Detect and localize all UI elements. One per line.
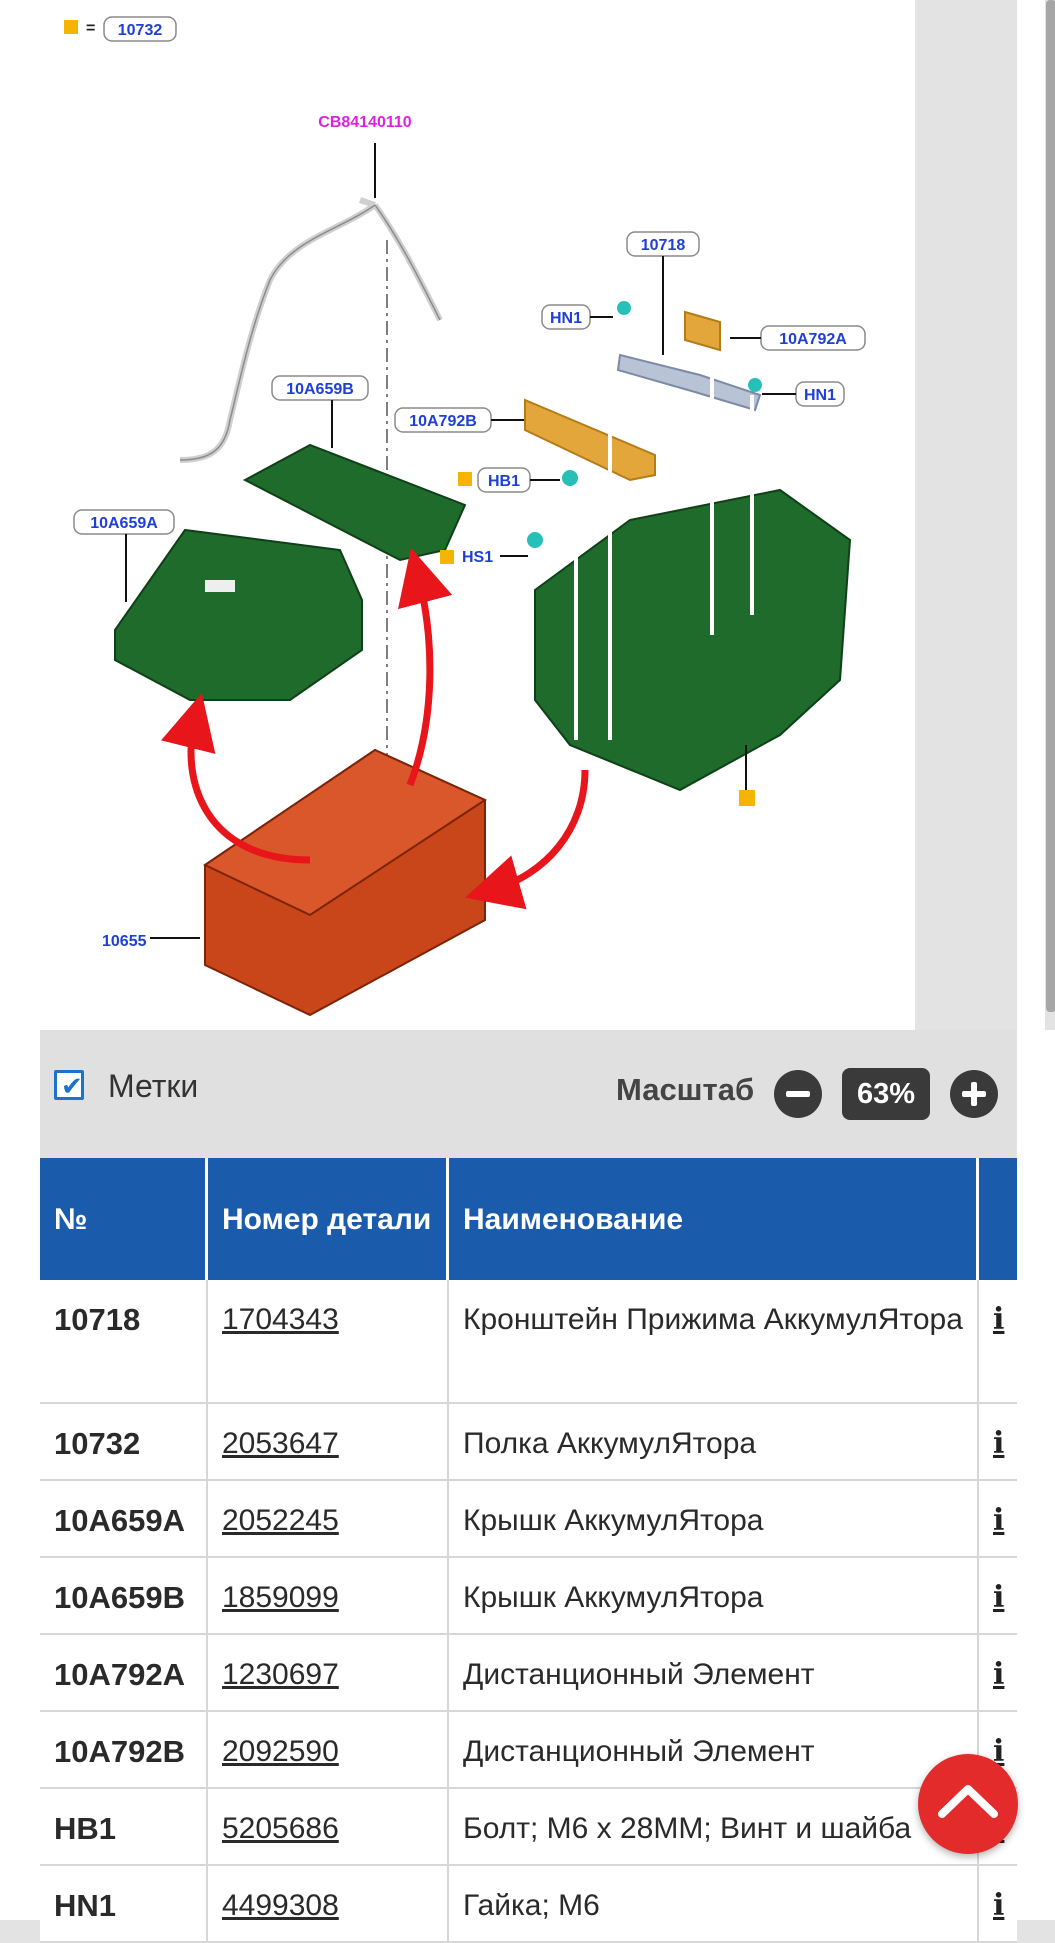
- row-name: Крышк АккумулЯтора: [449, 1481, 979, 1556]
- row-number: 10A792A: [40, 1635, 208, 1710]
- part-number-link[interactable]: 4499308: [222, 1889, 339, 1922]
- page-edge-left: [0, 0, 40, 1920]
- scroll-to-top-button[interactable]: [918, 1754, 1018, 1854]
- row-name: Полка АккумулЯтора: [449, 1404, 979, 1479]
- callout-hn1-b[interactable]: HN1: [804, 387, 836, 404]
- minus-icon: [786, 1091, 810, 1097]
- row-name: Дистанционный Элемент: [449, 1712, 979, 1787]
- row-number: 10718: [40, 1280, 208, 1402]
- row-number: HN1: [40, 1866, 208, 1941]
- zoom-label: Масштаб: [616, 1072, 755, 1107]
- info-icon[interactable]: i: [993, 1580, 1004, 1615]
- callout-10718[interactable]: 10718: [641, 237, 686, 254]
- diagram-scrollbar-thumb[interactable]: [1046, 0, 1055, 1012]
- zoom-out-button[interactable]: [774, 1070, 822, 1118]
- svg-text:=: =: [86, 20, 95, 37]
- table-row[interactable]: 10A659A 2052245 Крышк АккумулЯтора i: [40, 1481, 1017, 1558]
- labels-checkbox-label[interactable]: Метки: [108, 1068, 198, 1105]
- callout-10a659a[interactable]: 10A659A: [90, 515, 158, 532]
- table-row[interactable]: 10A659B 1859099 Крышк АккумулЯтора i: [40, 1558, 1017, 1635]
- table-row[interactable]: 10732 2053647 Полка АккумулЯтора i: [40, 1404, 1017, 1481]
- row-name: Гайка; M6: [449, 1866, 979, 1941]
- info-icon[interactable]: i: [993, 1426, 1004, 1461]
- part-number-link[interactable]: 2053647: [222, 1427, 339, 1460]
- parts-table: № Номер детали Наименование 10718 170434…: [40, 1158, 1017, 1943]
- part-number-link[interactable]: 1859099: [222, 1581, 339, 1614]
- part-number-link[interactable]: 1704343: [222, 1303, 339, 1336]
- row-name: Кронштейн Прижима АккумулЯтора: [449, 1280, 979, 1402]
- legend-code[interactable]: 10732: [118, 22, 163, 39]
- row-name: Болт; M6 x 28MM; Винт и шайба: [449, 1789, 979, 1864]
- header-number: №: [40, 1158, 208, 1280]
- parts-diagram[interactable]: = 10732 CB84140110 10718 HN1 10A792A HN1…: [40, 0, 915, 1030]
- callout-hs1[interactable]: HS1: [462, 549, 493, 566]
- diagram-main-code[interactable]: CB84140110: [318, 114, 412, 131]
- callout-hb1[interactable]: HB1: [488, 473, 520, 490]
- info-icon[interactable]: i: [993, 1657, 1004, 1692]
- info-icon[interactable]: i: [993, 1503, 1004, 1538]
- row-number: 10A659B: [40, 1558, 208, 1633]
- callout-10a792b[interactable]: 10A792B: [409, 413, 477, 430]
- housing-marker: [739, 790, 755, 806]
- table-row[interactable]: HB1 5205686 Болт; M6 x 28MM; Винт и шайб…: [40, 1789, 1017, 1866]
- table-row[interactable]: 10718 1704343 Кронштейн Прижима АккумулЯ…: [40, 1280, 1017, 1404]
- header-info: [979, 1158, 1017, 1280]
- zoom-in-button[interactable]: [950, 1070, 998, 1118]
- row-name: Крышк АккумулЯтора: [449, 1558, 979, 1633]
- header-part-number: Номер детали: [208, 1158, 449, 1280]
- row-number: 10732: [40, 1404, 208, 1479]
- row-number: HB1: [40, 1789, 208, 1864]
- legend-marker: [64, 20, 78, 34]
- part-number-link[interactable]: 1230697: [222, 1658, 339, 1691]
- callout-10a659b[interactable]: 10A659B: [286, 381, 354, 398]
- diagram-controls: ✔ Метки Масштаб 63%: [40, 1030, 1016, 1158]
- part-number-link[interactable]: 2052245: [222, 1504, 339, 1537]
- chevron-up-icon: [938, 1785, 998, 1818]
- part-number-link[interactable]: 2092590: [222, 1735, 339, 1768]
- diagram-panel: = 10732 CB84140110 10718 HN1 10A792A HN1…: [40, 0, 1055, 1030]
- row-number: 10A792B: [40, 1712, 208, 1787]
- table-row[interactable]: HN1 4499308 Гайка; M6 i: [40, 1866, 1017, 1943]
- info-icon[interactable]: i: [993, 1302, 1004, 1337]
- callout-hn1-a[interactable]: HN1: [550, 310, 582, 327]
- check-icon: ✔: [61, 1071, 83, 1101]
- table-row[interactable]: 10A792A 1230697 Дистанционный Элемент i: [40, 1635, 1017, 1712]
- row-name: Дистанционный Элемент: [449, 1635, 979, 1710]
- info-icon[interactable]: i: [993, 1888, 1004, 1923]
- part-number-link[interactable]: 5205686: [222, 1812, 339, 1845]
- callout-10a792a[interactable]: 10A792A: [779, 331, 847, 348]
- header-name: Наименование: [449, 1158, 979, 1280]
- zoom-value: 63%: [842, 1068, 930, 1120]
- table-row[interactable]: 10A792B 2092590 Дистанционный Элемент i: [40, 1712, 1017, 1789]
- labels-checkbox[interactable]: ✔: [54, 1070, 84, 1101]
- parts-table-header: № Номер детали Наименование: [40, 1158, 1017, 1280]
- row-number: 10A659A: [40, 1481, 208, 1556]
- callout-10655[interactable]: 10655: [102, 933, 147, 950]
